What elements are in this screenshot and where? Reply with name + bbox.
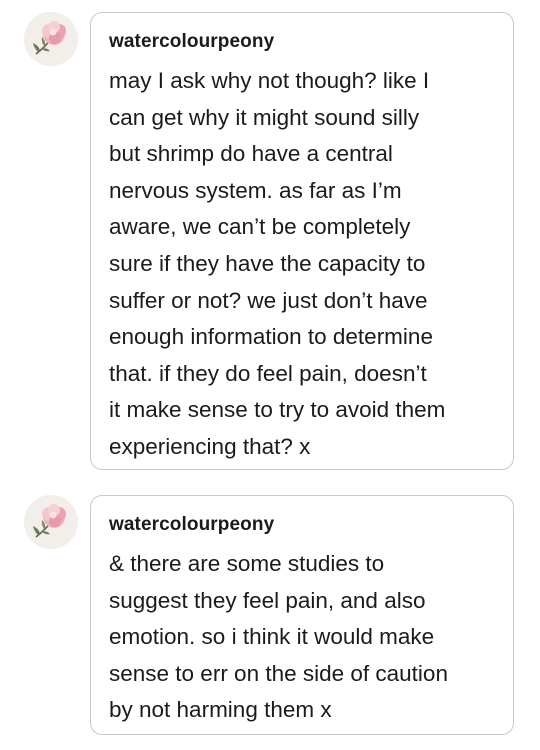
message-thread: watercolourpeony may I ask why not thoug… (0, 0, 540, 750)
peony-flower-icon (24, 12, 78, 66)
message-text: may I ask why not though? like I can get… (109, 68, 446, 459)
avatar[interactable] (24, 495, 78, 549)
message-text: & there are some studies to suggest they… (109, 551, 448, 723)
message-bubble: watercolourpeony may I ask why not thoug… (90, 12, 514, 470)
username-link[interactable]: watercolourpeony (109, 31, 495, 53)
username-link[interactable]: watercolourpeony (109, 514, 495, 536)
avatar[interactable] (24, 12, 78, 66)
peony-flower-icon (24, 495, 78, 549)
message-bubble: watercolourpeony & there are some studie… (90, 495, 514, 735)
